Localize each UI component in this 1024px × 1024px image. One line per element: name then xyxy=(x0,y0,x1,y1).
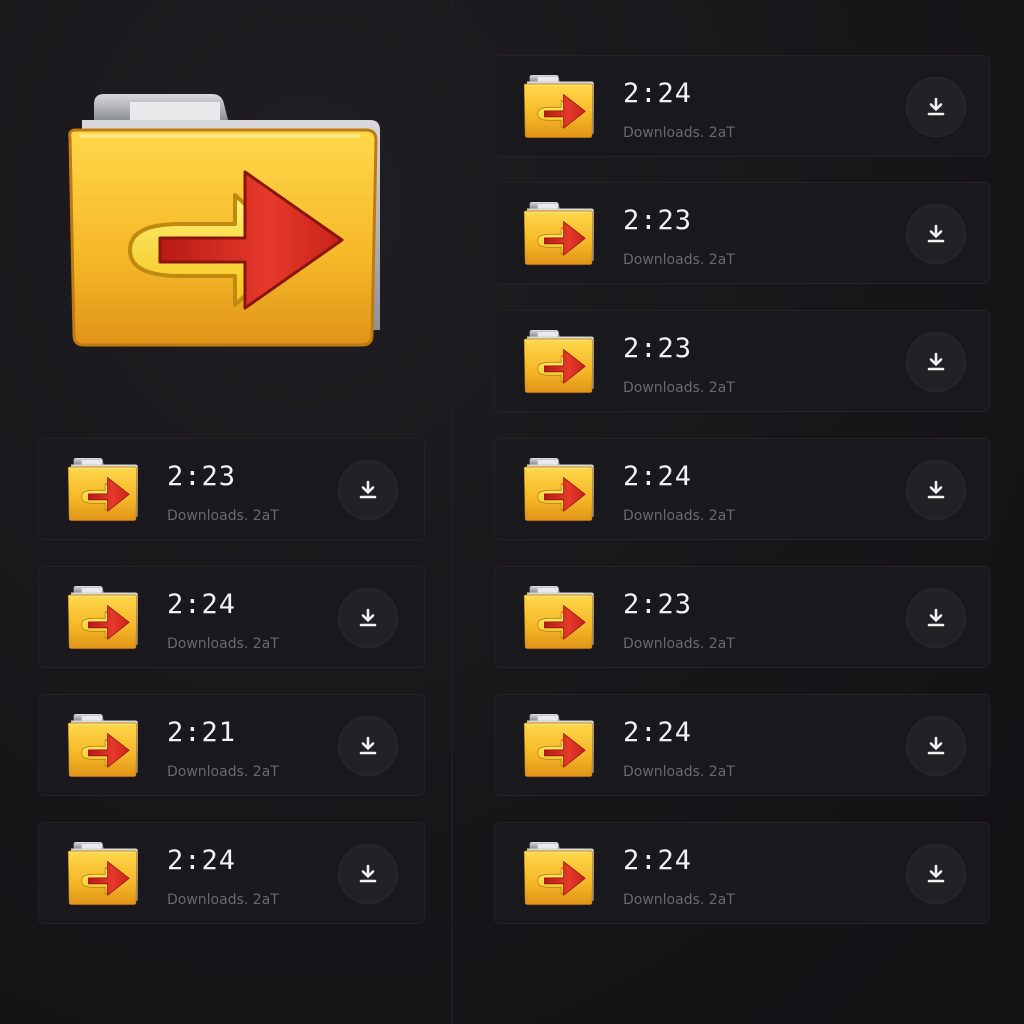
folder-redirect-icon xyxy=(66,585,140,651)
download-subtitle: Downloads. 2aT xyxy=(623,125,735,141)
download-time: 2:24 xyxy=(623,845,693,876)
download-item[interactable]: 2:21 Downloads. 2aT xyxy=(38,694,425,796)
download-time: 2:24 xyxy=(623,78,693,109)
download-item[interactable]: 2:24 Downloads. 2aT xyxy=(38,566,425,668)
download-subtitle: Downloads. 2aT xyxy=(167,508,279,524)
download-item[interactable]: 2:23 Downloads. 2aT xyxy=(494,566,990,668)
download-item[interactable]: 2:24 Downloads. 2aT xyxy=(494,694,990,796)
download-time: 2:24 xyxy=(167,589,237,620)
folder-redirect-icon xyxy=(66,457,140,523)
download-time: 2:23 xyxy=(623,333,693,364)
download-subtitle: Downloads. 2aT xyxy=(623,380,735,396)
download-icon xyxy=(924,222,948,246)
download-button[interactable] xyxy=(906,77,966,137)
download-icon xyxy=(356,862,380,886)
download-button[interactable] xyxy=(338,460,398,520)
download-icon xyxy=(356,606,380,630)
download-button[interactable] xyxy=(906,716,966,776)
folder-redirect-icon xyxy=(522,713,596,779)
folder-redirect-icon xyxy=(522,841,596,907)
download-time: 2:24 xyxy=(167,845,237,876)
download-item[interactable]: 2:23 Downloads. 2aT xyxy=(38,438,425,540)
folder-redirect-icon xyxy=(522,585,596,651)
folder-redirect-icon xyxy=(522,457,596,523)
download-button[interactable] xyxy=(906,460,966,520)
hero-folder-icon xyxy=(60,90,390,355)
download-subtitle: Downloads. 2aT xyxy=(623,764,735,780)
folder-redirect-icon xyxy=(522,329,596,395)
download-icon xyxy=(924,350,948,374)
download-time: 2:21 xyxy=(167,717,237,748)
download-time: 2:23 xyxy=(167,461,237,492)
download-button[interactable] xyxy=(338,588,398,648)
download-button[interactable] xyxy=(338,844,398,904)
download-button[interactable] xyxy=(338,716,398,776)
download-subtitle: Downloads. 2aT xyxy=(623,636,735,652)
download-item[interactable]: 2:24 Downloads. 2aT xyxy=(38,822,425,924)
download-item[interactable]: 2:24 Downloads. 2aT xyxy=(494,55,990,157)
folder-redirect-icon xyxy=(522,74,596,140)
download-button[interactable] xyxy=(906,332,966,392)
download-subtitle: Downloads. 2aT xyxy=(167,636,279,652)
download-subtitle: Downloads. 2aT xyxy=(623,252,735,268)
download-time: 2:24 xyxy=(623,717,693,748)
download-item[interactable]: 2:23 Downloads. 2aT xyxy=(494,182,990,284)
download-subtitle: Downloads. 2aT xyxy=(167,892,279,908)
column-divider xyxy=(451,0,453,1024)
download-time: 2:23 xyxy=(623,589,693,620)
download-icon xyxy=(924,478,948,502)
download-time: 2:24 xyxy=(623,461,693,492)
download-item[interactable]: 2:23 Downloads. 2aT xyxy=(494,310,990,412)
download-icon xyxy=(356,478,380,502)
download-button[interactable] xyxy=(906,204,966,264)
download-subtitle: Downloads. 2aT xyxy=(623,508,735,524)
download-time: 2:23 xyxy=(623,205,693,236)
download-subtitle: Downloads. 2aT xyxy=(623,892,735,908)
downloads-screen: 2:23 Downloads. 2aT 2:24 Downloads. 2aT 2:21… xyxy=(0,0,1024,1024)
download-icon xyxy=(924,734,948,758)
download-icon xyxy=(924,606,948,630)
folder-redirect-icon xyxy=(66,713,140,779)
download-icon xyxy=(924,862,948,886)
download-icon xyxy=(924,95,948,119)
download-button[interactable] xyxy=(906,844,966,904)
folder-redirect-icon xyxy=(522,201,596,267)
download-subtitle: Downloads. 2aT xyxy=(167,764,279,780)
download-icon xyxy=(356,734,380,758)
folder-redirect-icon xyxy=(66,841,140,907)
download-item[interactable]: 2:24 Downloads. 2aT xyxy=(494,438,990,540)
download-button[interactable] xyxy=(906,588,966,648)
download-item[interactable]: 2:24 Downloads. 2aT xyxy=(494,822,990,924)
